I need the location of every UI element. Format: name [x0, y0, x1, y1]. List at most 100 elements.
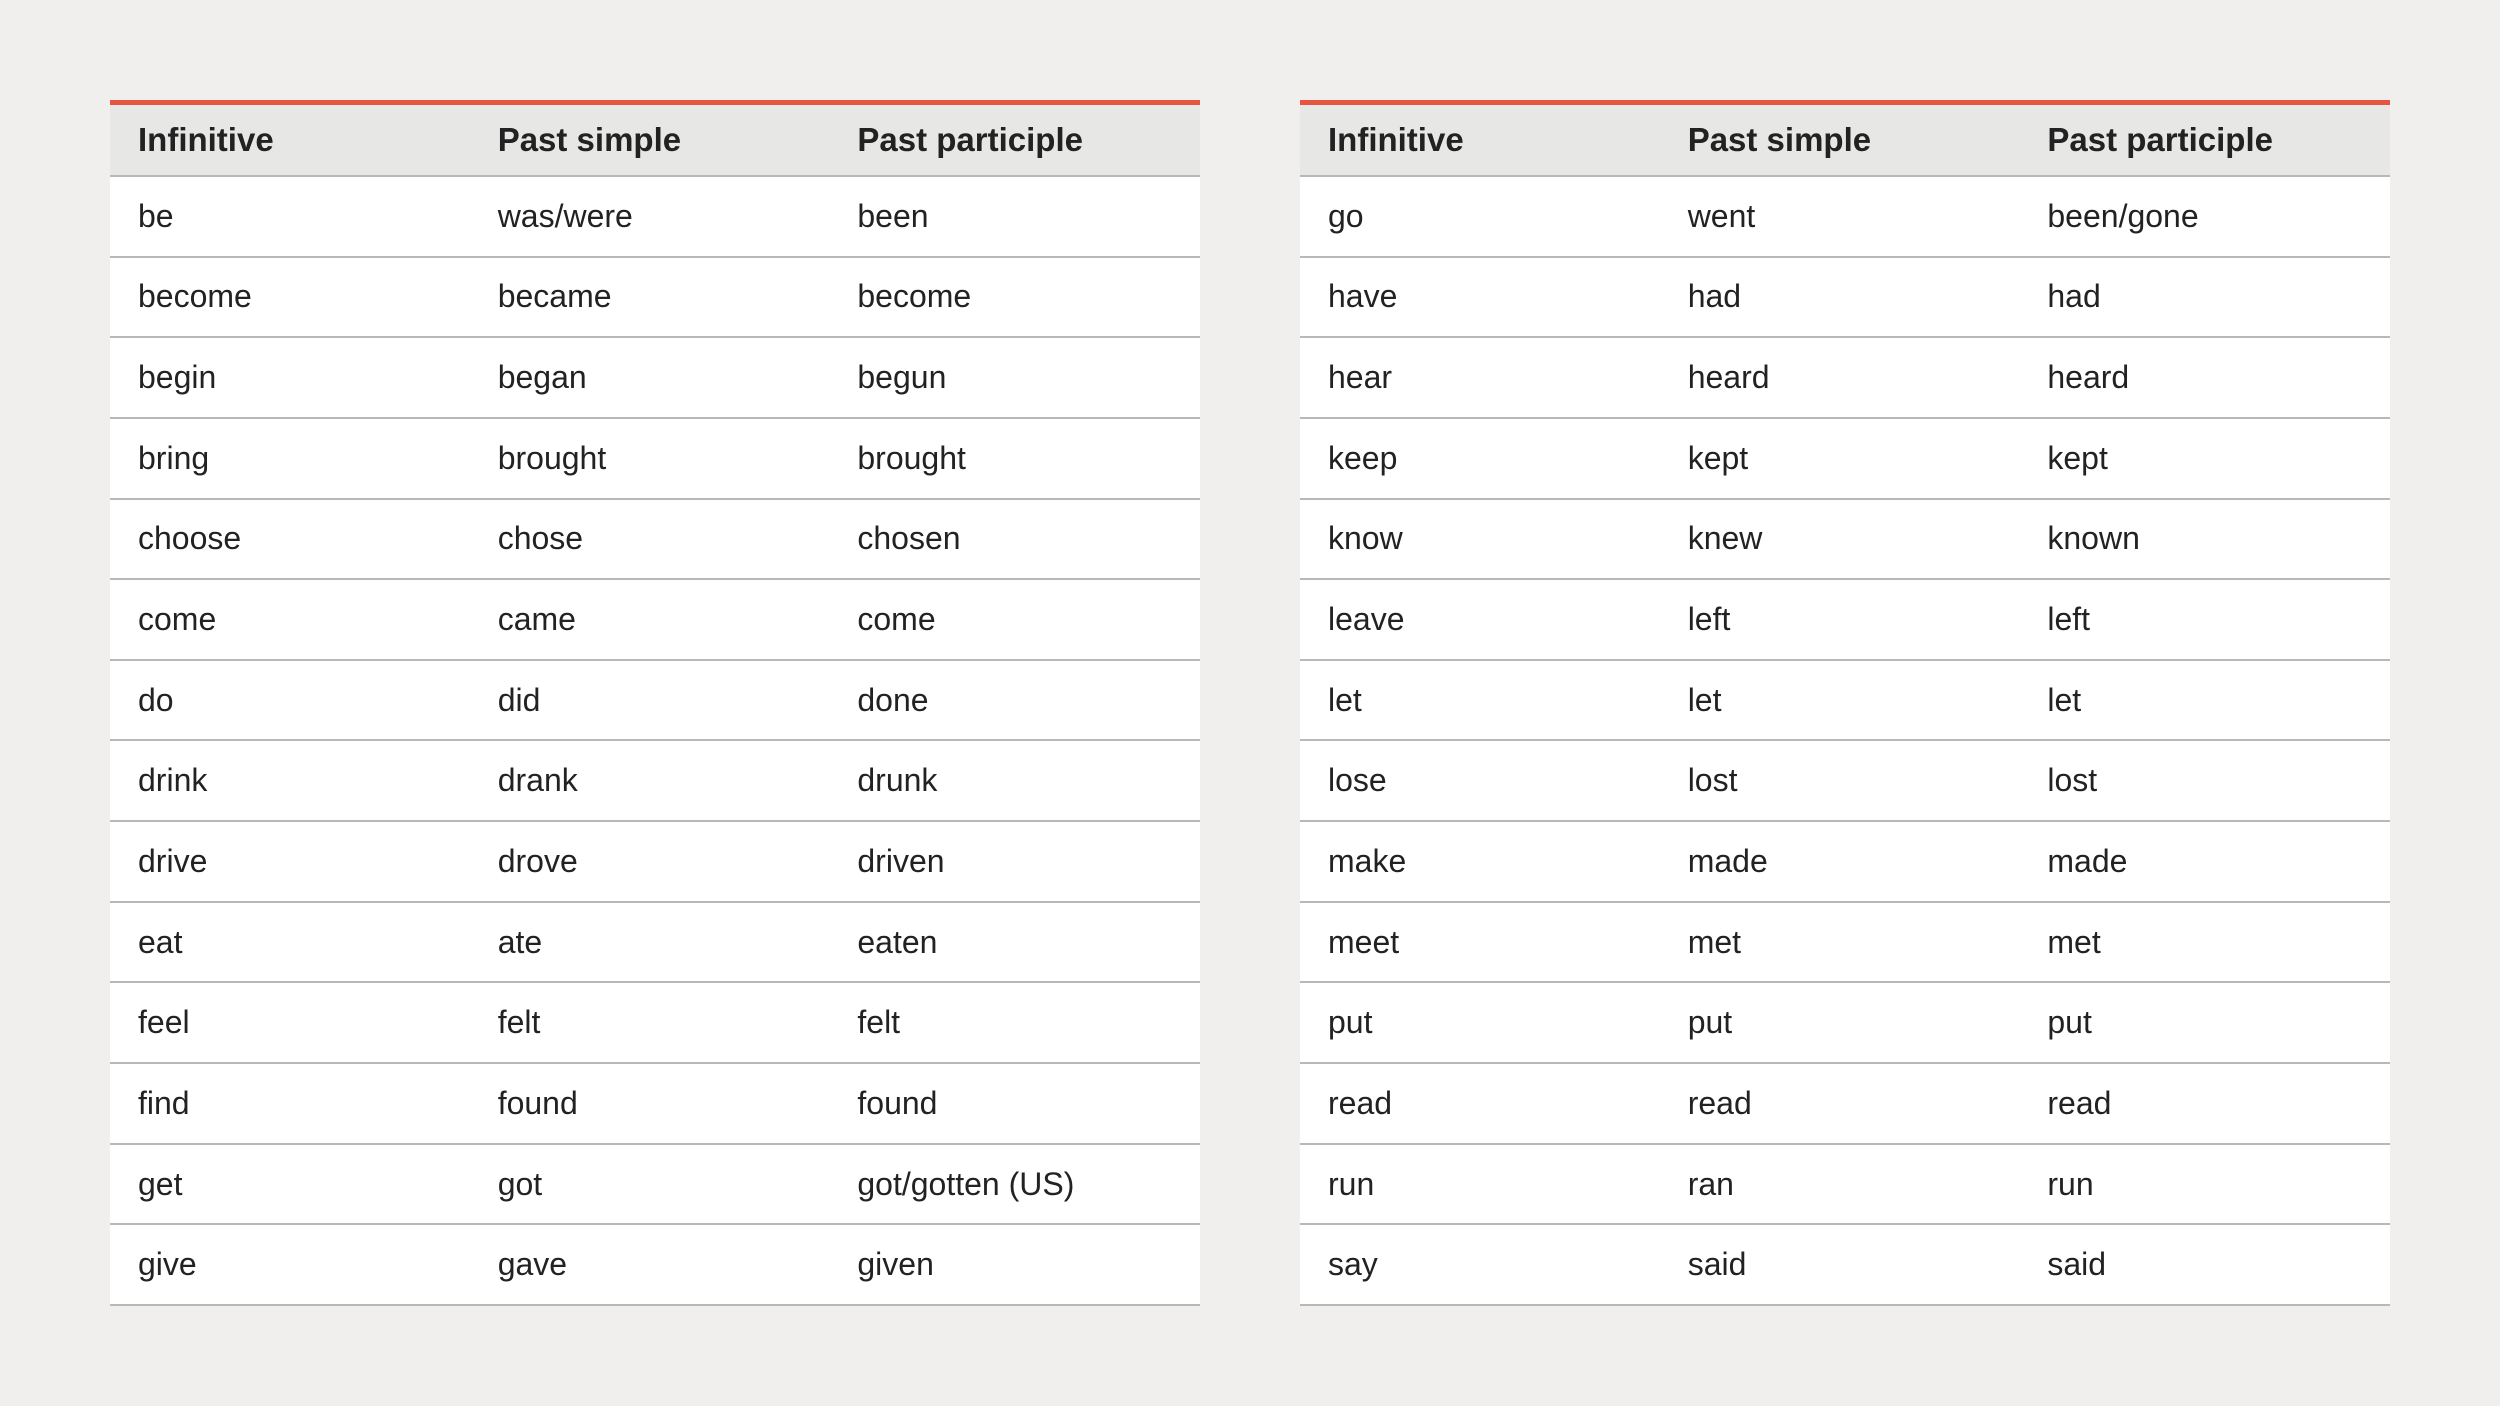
table-cell: come — [829, 579, 1200, 660]
table-cell: let — [1300, 660, 1660, 741]
table-row: saysaidsaid — [1300, 1224, 2390, 1305]
table-cell: heard — [1660, 337, 2020, 418]
table-row: givegavegiven — [110, 1224, 1200, 1305]
table-cell: kept — [2019, 418, 2390, 499]
table-cell: heard — [2019, 337, 2390, 418]
table-cell: met — [2019, 902, 2390, 983]
table-cell: bring — [110, 418, 470, 499]
table-cell: chosen — [829, 499, 1200, 580]
table-cell: read — [1300, 1063, 1660, 1144]
col-past-simple: Past simple — [1660, 103, 2020, 177]
table-cell: read — [1660, 1063, 2020, 1144]
table-cell: driven — [829, 821, 1200, 902]
table-cell: make — [1300, 821, 1660, 902]
table-cell: find — [110, 1063, 470, 1144]
table-row: meetmetmet — [1300, 902, 2390, 983]
table-cell: be — [110, 176, 470, 257]
table-cell: lost — [2019, 740, 2390, 821]
table-cell: kept — [1660, 418, 2020, 499]
table-cell: drank — [470, 740, 830, 821]
table-cell: keep — [1300, 418, 1660, 499]
table-row: makemademade — [1300, 821, 2390, 902]
table-row: letletlet — [1300, 660, 2390, 741]
table-row: runranrun — [1300, 1144, 2390, 1225]
table-cell: put — [1660, 982, 2020, 1063]
table-cell: said — [2019, 1224, 2390, 1305]
table-cell: put — [2019, 982, 2390, 1063]
table-row: havehadhad — [1300, 257, 2390, 338]
table-cell: run — [1300, 1144, 1660, 1225]
table-cell: feel — [110, 982, 470, 1063]
table-row: feelfeltfelt — [110, 982, 1200, 1063]
table-cell: eat — [110, 902, 470, 983]
table-cell: given — [829, 1224, 1200, 1305]
table-cell: known — [2019, 499, 2390, 580]
table-cell: became — [470, 257, 830, 338]
table-row: findfoundfound — [110, 1063, 1200, 1144]
table-cell: made — [2019, 821, 2390, 902]
table-header-row: Infinitive Past simple Past participle — [1300, 103, 2390, 177]
table-row: comecamecome — [110, 579, 1200, 660]
table-cell: left — [1660, 579, 2020, 660]
col-infinitive: Infinitive — [110, 103, 470, 177]
col-infinitive: Infinitive — [1300, 103, 1660, 177]
table-cell: leave — [1300, 579, 1660, 660]
table-cell: let — [1660, 660, 2020, 741]
table-cell: drunk — [829, 740, 1200, 821]
table-row: dodiddone — [110, 660, 1200, 741]
irregular-verbs-table-right: Infinitive Past simple Past participle g… — [1300, 100, 2390, 1306]
table-row: drinkdrankdrunk — [110, 740, 1200, 821]
table-cell: got/gotten (US) — [829, 1144, 1200, 1225]
table-row: bringbroughtbrought — [110, 418, 1200, 499]
table-cell: go — [1300, 176, 1660, 257]
col-past-simple: Past simple — [470, 103, 830, 177]
table-cell: become — [110, 257, 470, 338]
table-row: knowknewknown — [1300, 499, 2390, 580]
table-cell: felt — [829, 982, 1200, 1063]
table-cell: came — [470, 579, 830, 660]
table-cell: choose — [110, 499, 470, 580]
table-cell: had — [2019, 257, 2390, 338]
table-cell: read — [2019, 1063, 2390, 1144]
table-cell: come — [110, 579, 470, 660]
table-cell: said — [1660, 1224, 2020, 1305]
table-row: hearheardheard — [1300, 337, 2390, 418]
col-past-participle: Past participle — [2019, 103, 2390, 177]
table-cell: had — [1660, 257, 2020, 338]
table-cell: done — [829, 660, 1200, 741]
table-cell: knew — [1660, 499, 2020, 580]
table-cell: become — [829, 257, 1200, 338]
table-row: drivedrovedriven — [110, 821, 1200, 902]
table-cell: get — [110, 1144, 470, 1225]
table-cell: meet — [1300, 902, 1660, 983]
table-cell: chose — [470, 499, 830, 580]
table-cell: say — [1300, 1224, 1660, 1305]
table-cell: gave — [470, 1224, 830, 1305]
table-body-right: gowentbeen/gonehavehadhadhearheardheardk… — [1300, 176, 2390, 1305]
table-row: becomebecamebecome — [110, 257, 1200, 338]
table-cell: drove — [470, 821, 830, 902]
table-row: bewas/werebeen — [110, 176, 1200, 257]
table-cell: been — [829, 176, 1200, 257]
table-cell: began — [470, 337, 830, 418]
table-cell: let — [2019, 660, 2390, 741]
table-cell: felt — [470, 982, 830, 1063]
table-cell: made — [1660, 821, 2020, 902]
table-cell: put — [1300, 982, 1660, 1063]
table-cell: give — [110, 1224, 470, 1305]
table-row: leaveleftleft — [1300, 579, 2390, 660]
table-cell: hear — [1300, 337, 1660, 418]
table-cell: found — [470, 1063, 830, 1144]
table-cell: begun — [829, 337, 1200, 418]
table-row: putputput — [1300, 982, 2390, 1063]
table-row: getgotgot/gotten (US) — [110, 1144, 1200, 1225]
table-cell: did — [470, 660, 830, 741]
table-cell: left — [2019, 579, 2390, 660]
table-cell: found — [829, 1063, 1200, 1144]
table-cell: ate — [470, 902, 830, 983]
table-cell: have — [1300, 257, 1660, 338]
table-cell: got — [470, 1144, 830, 1225]
table-row: keepkeptkept — [1300, 418, 2390, 499]
table-cell: was/were — [470, 176, 830, 257]
irregular-verbs-table-left: Infinitive Past simple Past participle b… — [110, 100, 1200, 1306]
